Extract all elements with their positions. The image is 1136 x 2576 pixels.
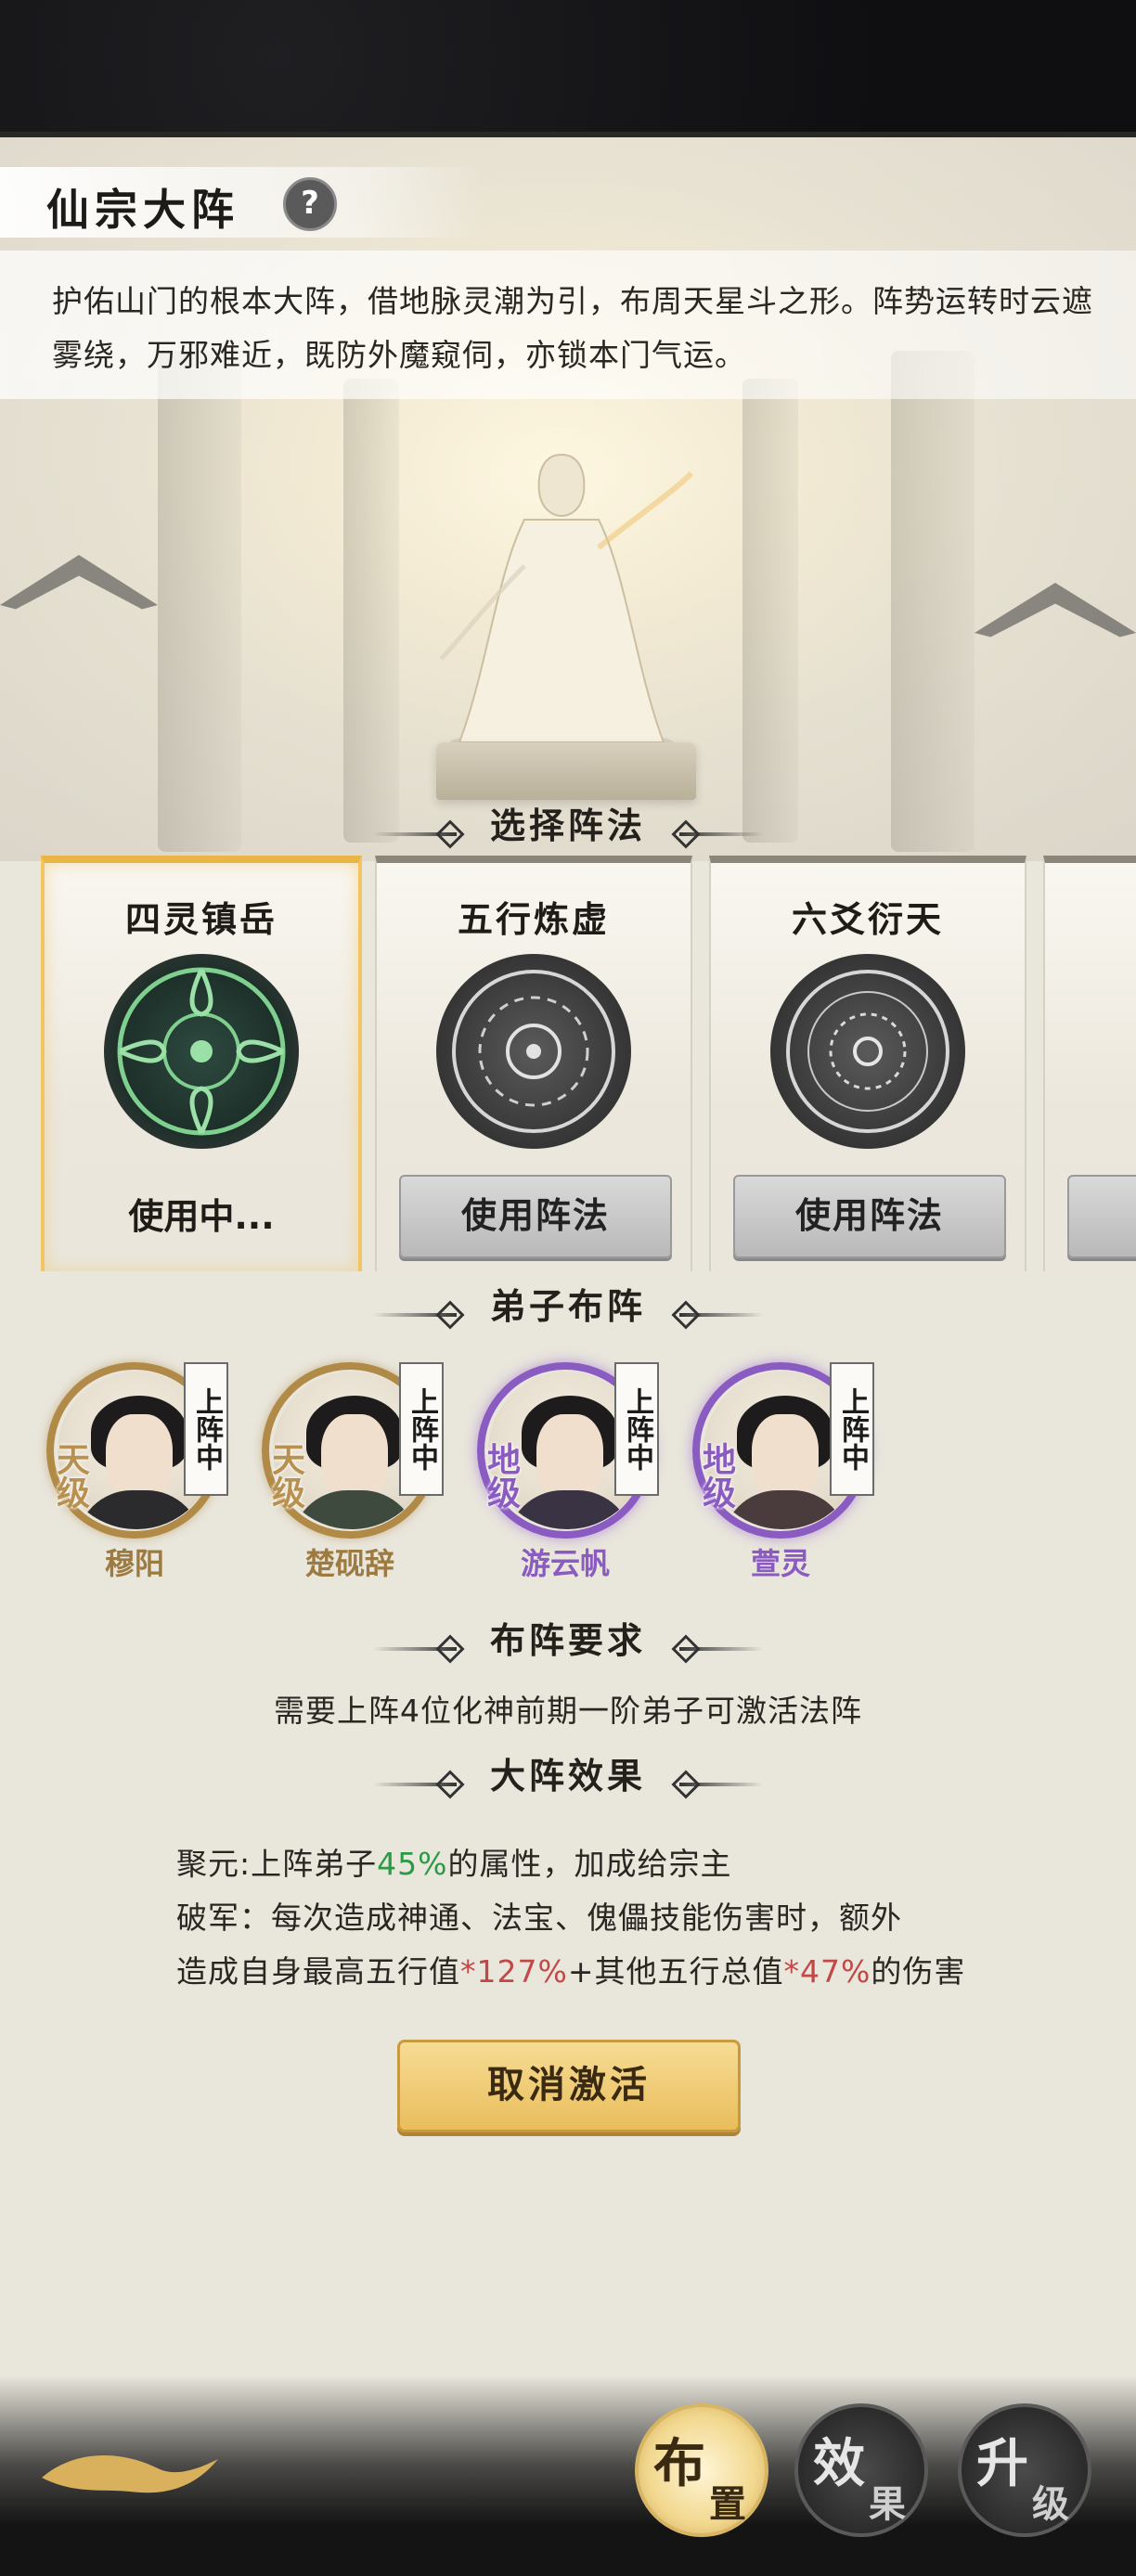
section-choose-formation: 选择阵法: [0, 800, 1136, 852]
deployed-tag: 上阵中: [614, 1362, 659, 1496]
disciple-slot-youyunfan[interactable]: 地级 上阵中 游云帆: [477, 1362, 663, 1594]
gold-brush-stroke-icon: [42, 2455, 218, 2493]
disciple-name: 萱灵: [750, 1546, 810, 1581]
nav-label-small: 果: [869, 2483, 906, 2526]
formation-disc-gray-icon: [436, 954, 631, 1149]
disciple-name: 楚砚辞: [304, 1546, 394, 1581]
requirement-text: 需要上阵4位化神前期一阶弟子可激活法阵: [274, 1693, 862, 1729]
pillar-left-2: [343, 379, 399, 843]
formation-disc-gray-icon: [770, 954, 965, 1149]
nav-effect-button[interactable]: 效 果: [794, 2403, 928, 2537]
formation-description: 护佑山门的根本大阵，借地脉灵潮为引，布周天星斗之形。阵势运转时云遮雾绕，万邪难近…: [52, 283, 1093, 373]
effect-text: 造成自身最高五行值: [176, 1953, 460, 1990]
effect-text: 的伤害: [871, 1953, 966, 1990]
immortal-statue: [439, 453, 694, 752]
formation-name: 六爻衍天: [791, 899, 944, 940]
top-dark-band: [0, 0, 1136, 137]
use-formation-button[interactable]: 使用阵法: [399, 1175, 672, 1258]
nav-upgrade-button[interactable]: 升 级: [958, 2403, 1091, 2537]
deployed-tag: 上阵中: [399, 1362, 444, 1496]
pillar-right-2: [742, 379, 798, 843]
nav-layout-button[interactable]: 布 置: [635, 2403, 768, 2537]
ornament-right: [679, 831, 763, 836]
disciple-slot-chuyanci[interactable]: 天级 上阵中 楚砚辞: [262, 1362, 447, 1594]
disciple-grade: 天级: [51, 1442, 89, 1509]
disciple-grade: 天级: [266, 1442, 304, 1509]
disciple-slot-muyang[interactable]: 天级 上阵中 穆阳: [46, 1362, 232, 1594]
pillar-left: [158, 351, 241, 852]
pavilion-roof-right: [975, 583, 1136, 638]
section-title: 弟子布阵: [489, 1286, 646, 1327]
nav-label-small: 级: [1032, 2483, 1069, 2526]
pillar-right: [891, 351, 975, 852]
pavilion-roof-left: [0, 555, 158, 610]
section-disciples: 弟子布阵: [0, 1281, 1136, 1333]
effect-line-pojun: 破军：每次造成神通、法宝、傀儡技能伤害时，额外: [176, 1900, 902, 1936]
help-button[interactable]: ?: [283, 177, 337, 231]
formation-name: 四灵镇岳: [124, 899, 278, 940]
disciple-slot-xuanling[interactable]: 地级 上阵中 萱灵: [692, 1362, 878, 1594]
ornament-right: [679, 1646, 763, 1651]
section-title: 选择阵法: [489, 805, 646, 846]
use-formation-button-partial[interactable]: [1067, 1175, 1136, 1258]
ornament-right: [679, 1312, 763, 1317]
formation-card-partial[interactable]: [1043, 856, 1136, 1271]
section-effect: 大阵效果: [0, 1750, 1136, 1802]
disciple-grade: 地级: [697, 1442, 735, 1509]
use-formation-button[interactable]: 使用阵法: [733, 1175, 1006, 1258]
nav-label-big: 效: [813, 2434, 865, 2494]
effect-value: *47%: [783, 1953, 871, 1990]
effect-text: 聚元:上阵弟子: [176, 1846, 378, 1882]
formation-card-wuxing-lianxu[interactable]: 五行炼虚 使用阵法: [375, 856, 692, 1271]
nav-label-big: 升: [976, 2434, 1028, 2494]
effect-text: +其他五行总值: [567, 1953, 784, 1990]
effect-value: 45%: [377, 1846, 448, 1882]
ornament-left: [372, 1312, 457, 1317]
statue-pedestal: [436, 742, 696, 800]
nav-label-small: 置: [709, 2483, 746, 2526]
ornament-left: [372, 831, 457, 836]
effect-text: 的属性，加成给宗主: [447, 1846, 732, 1882]
deployed-tag: 上阵中: [184, 1362, 228, 1496]
ornament-left: [372, 1782, 457, 1786]
nav-label-big: 布: [653, 2434, 705, 2494]
section-title: 布阵要求: [489, 1620, 646, 1661]
formation-disc-green-icon: [104, 954, 299, 1149]
effect-line-pojun-cont: 造成自身最高五行值*127%+其他五行总值*47%的伤害: [176, 1947, 965, 1991]
formation-name: 五行炼虚: [457, 899, 610, 940]
effect-line-juyuan: 聚元:上阵弟子45%的属性，加成给宗主: [176, 1839, 731, 1884]
formation-card-liuyao-yantian[interactable]: 六爻衍天 使用阵法: [709, 856, 1026, 1271]
in-use-status: 使用中...: [128, 1196, 275, 1237]
formation-card-sling-zhenyue[interactable]: 四灵镇岳 使用中...: [41, 856, 362, 1271]
page-title: 仙宗大阵: [46, 185, 239, 235]
deployed-tag: 上阵中: [830, 1362, 874, 1496]
disciple-name: 游云帆: [520, 1546, 610, 1581]
disciple-name: 穆阳: [104, 1546, 164, 1581]
section-requirement: 布阵要求: [0, 1615, 1136, 1667]
disciple-grade: 地级: [482, 1442, 520, 1509]
ornament-right: [679, 1782, 763, 1786]
cancel-activation-button[interactable]: 取消激活: [397, 2040, 741, 2132]
section-title: 大阵效果: [489, 1756, 646, 1797]
ornament-left: [372, 1646, 457, 1651]
effect-value: *127%: [460, 1953, 568, 1990]
